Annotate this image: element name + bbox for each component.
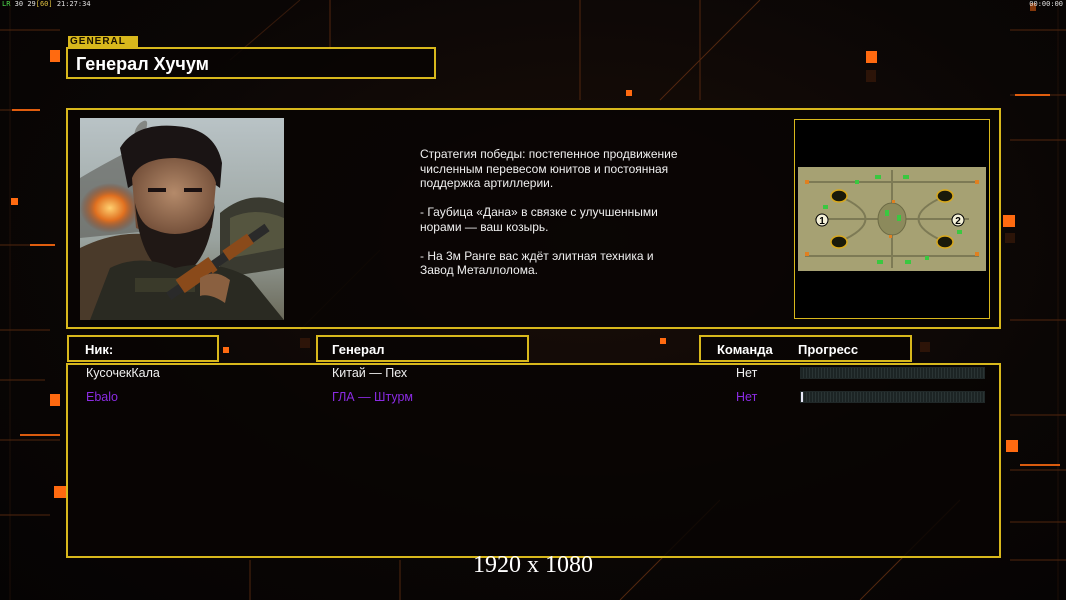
tip-howitzer: - Гаубица «Дана» в связке с улучшенными …: [420, 205, 658, 234]
hud-top-left: LR 30 29[60] 21:27:34: [2, 0, 91, 9]
strategy-description: Стратегия победы: постепенное продвижени…: [420, 147, 680, 292]
hud-fps: 30: [14, 0, 24, 8]
hud-clock: 21:27:34: [56, 0, 91, 8]
column-header-general-label: Генерал: [332, 342, 385, 357]
column-header-nick-label: Ник:: [85, 342, 114, 357]
strategy-text: Стратегия победы: постепенное продвижени…: [420, 147, 678, 190]
general-title-box: Генерал Хучум: [66, 47, 436, 79]
general-portrait: [80, 118, 284, 320]
tip-rank3: - На 3м Ранге вас ждёт элитная техника и…: [420, 248, 654, 278]
player-row-1-progress: [800, 367, 985, 379]
column-header-progress-label: Прогресс: [798, 342, 859, 357]
hud-frame-count: 29: [27, 0, 36, 8]
resolution-caption: 1920 x 1080: [473, 552, 593, 578]
hud-tag: LR: [2, 0, 11, 8]
map-spawn-1: 1: [819, 216, 825, 227]
hud-top-right-timer: 00:00:00: [1029, 0, 1063, 8]
player-row-2-progress: [800, 391, 985, 403]
general-tag: GENERAL: [68, 36, 138, 47]
column-header-general: Генерал: [316, 335, 529, 362]
player-row-1-nick: КусочекКала: [86, 366, 160, 380]
column-header-team-label: Команда: [717, 342, 773, 357]
general-portrait-image: [80, 118, 284, 320]
player-row-2-general[interactable]: ГЛА — Штурм: [332, 390, 413, 404]
map-preview[interactable]: 1 2: [794, 119, 990, 319]
player-row-2-nick: Ebalo: [86, 390, 118, 404]
general-title: Генерал Хучум: [76, 54, 209, 74]
map-preview-image: 1 2: [795, 120, 989, 318]
column-header-nick: Ник:: [67, 335, 219, 362]
map-spawn-2: 2: [955, 216, 961, 227]
hud-frame-limit: [60]: [35, 0, 53, 8]
player-row-1-general[interactable]: Китай — Пех: [332, 366, 407, 380]
player-row-2-team[interactable]: Нет: [736, 390, 757, 404]
column-header-team-progress: Команда Прогресс: [699, 335, 912, 362]
player-row-1-team[interactable]: Нет: [736, 366, 757, 380]
player-row-2-progress-fill: [801, 392, 803, 402]
